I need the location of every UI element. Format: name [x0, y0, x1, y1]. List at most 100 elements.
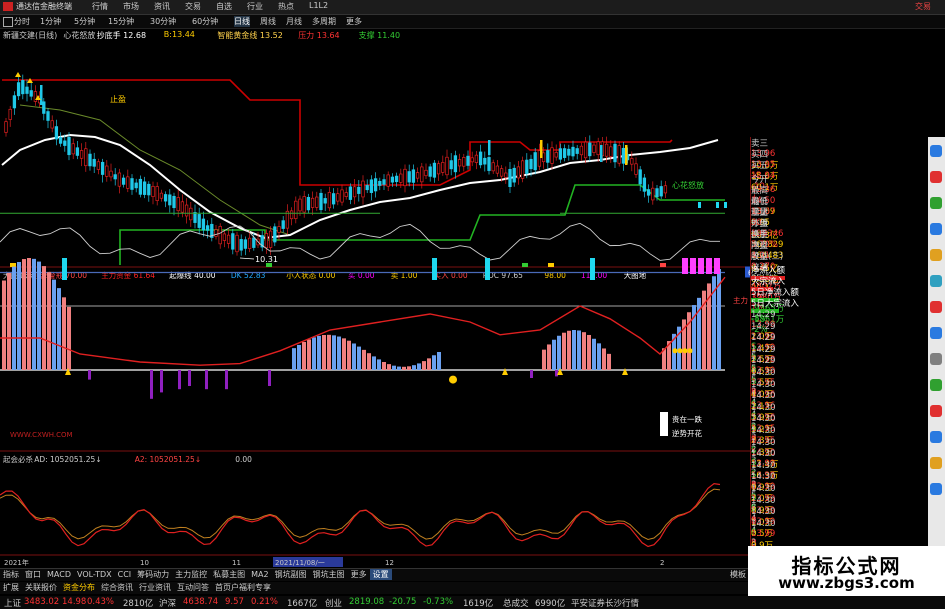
period-tab[interactable]: 60分钟	[192, 16, 218, 27]
take-profit-label: 止盈	[110, 94, 126, 104]
candle-body	[609, 146, 613, 157]
trade-button[interactable]: 交易	[915, 1, 931, 12]
candle-body	[277, 226, 281, 233]
info-tab[interactable]: 扩展	[0, 582, 22, 593]
toolbar-icon[interactable]	[930, 223, 942, 235]
template-label[interactable]: 模板	[730, 569, 746, 580]
tick-row: 14:30 13.99 16.3万 B 5	[751, 449, 929, 501]
period-tab[interactable]: 多周期	[312, 16, 336, 27]
info-tab[interactable]: 关联报价	[22, 582, 60, 593]
menu-item[interactable]: 资讯	[154, 1, 185, 12]
toolbar-icon[interactable]	[930, 301, 942, 313]
histogram-bar	[417, 363, 421, 370]
period-tab[interactable]: 更多	[346, 16, 362, 27]
indicator-tab[interactable]: MA2	[248, 570, 271, 579]
flow-row: 5日大宗流入 -1851万 -2%	[751, 297, 929, 335]
toolbar-icon[interactable]	[930, 483, 942, 495]
toolbar-icon[interactable]	[930, 145, 942, 157]
period-tab[interactable]: 月线	[286, 16, 302, 27]
toolbar-icon[interactable]	[930, 457, 942, 469]
signal-bar	[432, 258, 437, 280]
tick-row: 14:3013.990.9万B4	[751, 519, 929, 571]
period-tab[interactable]: 15分钟	[108, 16, 134, 27]
candle-body	[621, 147, 626, 164]
candle-body	[252, 237, 256, 248]
flow-row: 大宗流入3980万1%	[751, 275, 929, 313]
indicator-tab[interactable]: 更多	[348, 569, 370, 580]
candle-body	[218, 226, 222, 245]
candle-body	[163, 194, 168, 202]
indicator-tab[interactable]: 钢坑副图	[272, 569, 310, 580]
indicator-tab[interactable]: 私募主图	[210, 569, 248, 580]
indicator-tab[interactable]: 窗口	[22, 569, 44, 580]
period-tab[interactable]: 周线	[260, 16, 276, 27]
candle-body	[306, 196, 311, 211]
candle-body	[193, 212, 197, 223]
info-tab[interactable]: 资金分布	[60, 582, 98, 593]
info-tab[interactable]: 综合资讯	[98, 582, 136, 593]
candle-body	[247, 237, 252, 249]
candle-body	[46, 111, 50, 121]
order-label: 买五	[751, 161, 769, 171]
histogram-bar	[547, 344, 551, 370]
candle-body	[71, 143, 75, 155]
candle-body	[285, 210, 290, 229]
histogram-bar	[392, 365, 396, 370]
signal-bar	[600, 145, 603, 162]
panel-toggle-icon[interactable]	[3, 17, 13, 27]
candle-body	[529, 158, 533, 170]
buy-arrow-icon	[15, 72, 21, 77]
info-tab[interactable]: 行业资讯	[136, 582, 174, 593]
period-tab[interactable]: 日线	[234, 16, 250, 27]
menu-item[interactable]: 热点	[278, 1, 309, 12]
negative-bar	[530, 370, 533, 378]
toolbar-icon[interactable]	[930, 431, 942, 443]
a2-line	[0, 488, 721, 540]
info-tab[interactable]: 互动问答	[174, 582, 212, 593]
histogram-bar	[352, 343, 356, 370]
histogram-bar	[322, 334, 326, 370]
menu-item[interactable]: 行业	[247, 1, 278, 12]
indicator-tab[interactable]: 指标	[0, 569, 22, 580]
toolbar-icon[interactable]	[930, 249, 942, 261]
toolbar-icon[interactable]	[930, 197, 942, 209]
indicator-tab[interactable]: MACD	[44, 570, 74, 579]
signal-bar	[625, 145, 628, 165]
status-item: 上证	[4, 599, 22, 609]
period-tab[interactable]: 30分钟	[150, 16, 176, 27]
tick-time: 14:30	[751, 437, 776, 448]
menu-item[interactable]: L1L2	[309, 1, 340, 12]
indicator-tab[interactable]: VOL-TDX	[74, 570, 115, 579]
candle-body	[483, 157, 487, 165]
indicator-tab[interactable]: 主力监控	[172, 569, 210, 580]
candle-body	[319, 192, 323, 211]
indicator-tab[interactable]: 钢坑主图	[310, 569, 348, 580]
candle-body	[344, 192, 348, 197]
toolbar-icon[interactable]	[930, 171, 942, 183]
menu-item[interactable]: 市场	[123, 1, 154, 12]
period-tab[interactable]: 分时	[14, 16, 30, 27]
menu-item[interactable]: 行情	[92, 1, 123, 12]
histogram-bar	[387, 364, 391, 370]
indicator-tab[interactable]: 设置	[369, 569, 392, 580]
indicator-tab[interactable]: 筹码动力	[134, 569, 172, 580]
indicator-tab[interactable]: CCI	[115, 570, 135, 579]
tick-row: 14:29 13.99 1.5万 B 4	[751, 356, 929, 408]
period-tab[interactable]: 5分钟	[74, 16, 95, 27]
info-tab[interactable]: 首页户福利专享	[212, 582, 274, 593]
candle-body	[457, 159, 462, 167]
toolbar-icon[interactable]	[930, 405, 942, 417]
toolbar-icon[interactable]	[930, 327, 942, 339]
status-item: 1619亿	[463, 599, 494, 609]
chart-area[interactable]: 12.5012.0011.5011.0010.50止盈10.31心花怒放大图提示…	[0, 40, 750, 570]
toolbar-icon[interactable]	[930, 379, 942, 391]
candle-body	[121, 177, 126, 185]
period-tab[interactable]: 1分钟	[40, 16, 61, 27]
candle-body	[42, 101, 46, 114]
signal-bar	[540, 140, 543, 158]
toolbar-icon[interactable]	[930, 353, 942, 365]
menu-item[interactable]: 交易	[185, 1, 216, 12]
candle-body	[583, 141, 588, 159]
toolbar-icon[interactable]	[930, 275, 942, 287]
menu-item[interactable]: 自选	[216, 1, 247, 12]
